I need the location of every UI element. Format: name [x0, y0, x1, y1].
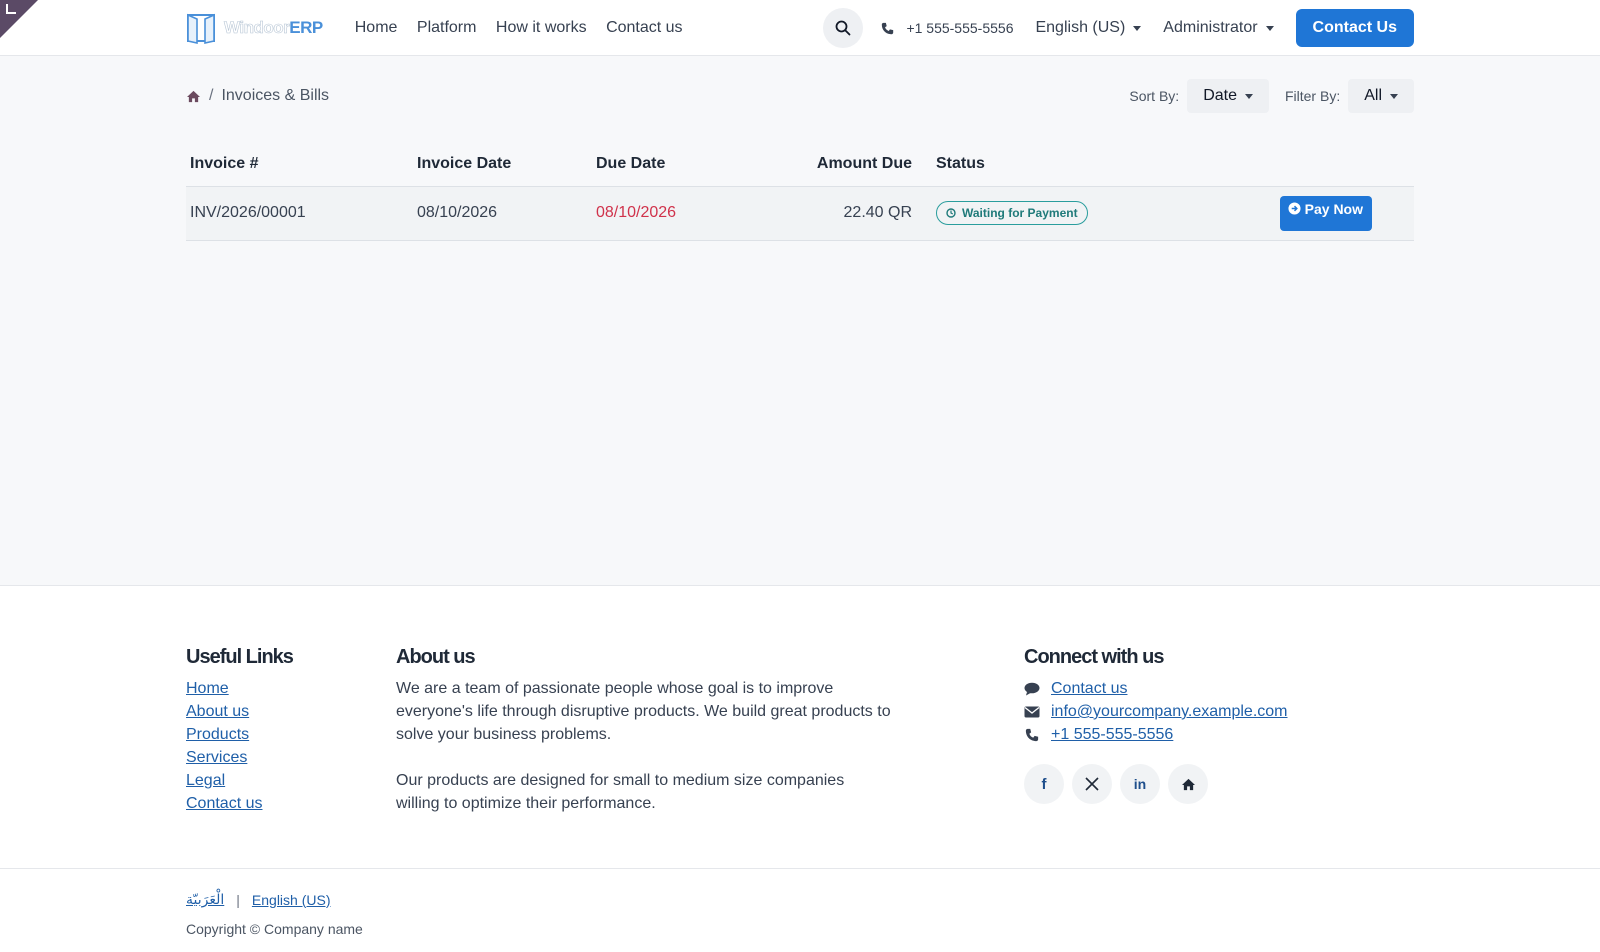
cell-invoice-date: 08/10/2026 [413, 186, 592, 241]
footer-bottom: الْعَرَبيّة | English (US) Copyright © C… [0, 868, 1600, 937]
main-content: / Invoices & Bills Sort By: Date Filter … [0, 56, 1600, 586]
invoices-table: Invoice # Invoice Date Due Date Amount D… [186, 142, 1414, 241]
filter-dropdown[interactable]: All [1348, 79, 1414, 113]
status-badge: Waiting for Payment [936, 201, 1088, 225]
home-icon[interactable] [1168, 764, 1208, 804]
facebook-icon[interactable]: f [1024, 764, 1064, 804]
language-dropdown[interactable]: English (US) [1035, 19, 1142, 37]
linkedin-icon[interactable]: in [1120, 764, 1160, 804]
about-paragraph-2: Our products are designed for small to m… [396, 772, 845, 812]
user-dropdown[interactable]: Administrator [1163, 19, 1274, 37]
useful-links-title: Useful Links [186, 646, 294, 668]
cell-status: Waiting for Payment [932, 186, 1191, 241]
nav-contact-us[interactable]: Contact us [606, 19, 682, 36]
breadcrumb-current: Invoices & Bills [221, 87, 330, 104]
caret-down-icon [1133, 25, 1142, 31]
header-action [1190, 142, 1414, 187]
envelope-icon [1024, 706, 1040, 717]
search-button[interactable] [823, 8, 864, 48]
caret-down-icon [1265, 25, 1274, 31]
footer-link-about-us[interactable]: About us [186, 700, 293, 723]
breadcrumb: / Invoices & Bills [186, 87, 329, 105]
sort-value: Date [1203, 87, 1237, 104]
footer-link-products[interactable]: Products [186, 723, 293, 746]
cell-action: Pay Now [1190, 186, 1414, 241]
user-label: Administrator [1163, 19, 1258, 36]
nav-home[interactable]: Home [355, 19, 398, 36]
about-paragraph-1: We are a team of passionate people whose… [396, 680, 891, 743]
pay-now-button[interactable]: Pay Now [1279, 195, 1372, 231]
useful-links-section: Useful Links Home About us Products Serv… [186, 646, 294, 815]
about-section: About us We are a team of passionate peo… [396, 646, 896, 815]
search-icon [836, 20, 851, 36]
header-invoice-number: Invoice # [186, 142, 413, 187]
window-logo-icon [187, 13, 215, 44]
cell-invoice-number[interactable]: INV/2026/00001 [186, 186, 413, 241]
language-english[interactable]: English (US) [252, 892, 331, 908]
header-invoice-date: Invoice Date [413, 142, 592, 187]
phone-icon [1025, 728, 1039, 741]
language-switcher: الْعَرَبيّة | English (US) [186, 891, 331, 908]
connect-section: Connect with us Contact us info@yourcomp… [1024, 646, 1288, 804]
filter-label: Filter By: [1284, 88, 1341, 104]
arrow-circle-right-icon [1288, 202, 1301, 215]
status-text: Waiting for Payment [962, 206, 1078, 220]
language-arabic[interactable]: الْعَرَبيّة [186, 891, 224, 908]
connect-title: Connect with us [1024, 646, 1164, 668]
language-label: English (US) [1035, 19, 1126, 36]
connect-contact-row: Contact us [1024, 677, 1288, 700]
main-nav: Home Platform How it works Contact us [355, 19, 698, 37]
logo-text-part1: Windoor [224, 18, 290, 38]
header-phone[interactable]: +1 555-555-5556 [881, 20, 1013, 36]
corner-edit-icon [6, 4, 16, 14]
social-links: f in [1024, 764, 1288, 804]
nav-how-it-works[interactable]: How it works [496, 19, 587, 36]
connect-phone-link[interactable]: +1 555-555-5556 [1051, 723, 1173, 746]
table-row[interactable]: INV/2026/00001 08/10/2026 08/10/2026 22.… [186, 186, 1414, 241]
table-header-row: Invoice # Invoice Date Due Date Amount D… [186, 142, 1414, 187]
connect-email-link[interactable]: info@yourcompany.example.com [1051, 700, 1288, 723]
connect-contact-link[interactable]: Contact us [1051, 677, 1127, 700]
sort-dropdown[interactable]: Date [1187, 79, 1269, 113]
home-icon[interactable] [186, 90, 201, 103]
comment-icon [1024, 682, 1040, 695]
copyright: Copyright © Company name [186, 921, 363, 937]
header-due-date: Due Date [592, 142, 752, 187]
caret-down-icon [1244, 93, 1253, 99]
cell-due-date: 08/10/2026 [592, 186, 752, 241]
logo-text-part2: ERP [289, 18, 323, 37]
brand-logo[interactable]: WindoorERP [186, 12, 323, 44]
connect-phone-row: +1 555-555-5556 [1024, 723, 1288, 746]
header-amount-due: Amount Due [752, 142, 932, 187]
cell-amount-due: 22.40 QR [752, 186, 932, 241]
header-status: Status [932, 142, 1191, 187]
connect-email-row: info@yourcompany.example.com [1024, 700, 1288, 723]
header-phone-number: +1 555-555-5556 [906, 20, 1014, 36]
footer-link-legal[interactable]: Legal [186, 769, 293, 792]
footer-link-services[interactable]: Services [186, 746, 293, 769]
site-footer: Useful Links Home About us Products Serv… [0, 586, 1600, 952]
phone-icon [882, 22, 894, 34]
sort-label: Sort By: [1129, 88, 1180, 104]
about-title: About us [396, 646, 476, 668]
pay-now-label: Pay Now [1304, 200, 1363, 217]
top-header: WindoorERP Home Platform How it works Co… [0, 0, 1600, 56]
clock-icon [946, 208, 956, 218]
footer-link-contact-us[interactable]: Contact us [186, 792, 293, 815]
contact-us-button[interactable]: Contact Us [1295, 9, 1414, 47]
filter-value: All [1364, 87, 1382, 104]
nav-platform[interactable]: Platform [417, 19, 477, 36]
footer-link-home[interactable]: Home [186, 677, 293, 700]
language-separator: | [236, 891, 240, 908]
caret-down-icon [1390, 93, 1398, 99]
x-twitter-icon[interactable] [1072, 764, 1112, 804]
breadcrumb-separator: / [209, 87, 214, 104]
